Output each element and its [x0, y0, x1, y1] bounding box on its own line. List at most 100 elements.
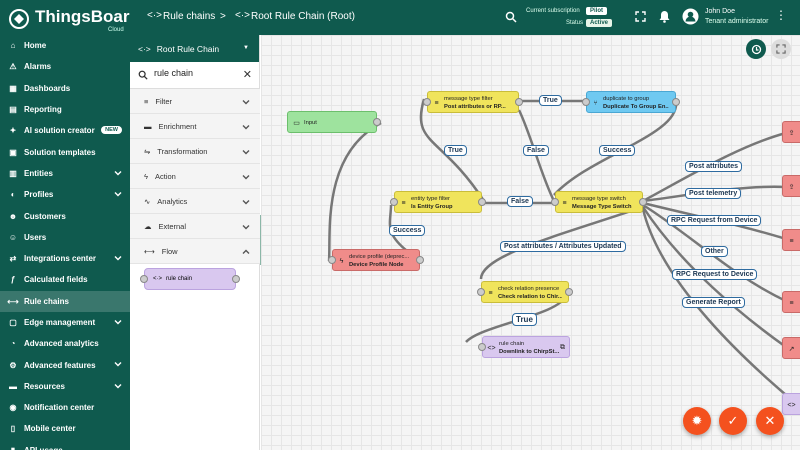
node-input-port[interactable] [140, 275, 148, 283]
node-output-port[interactable] [373, 118, 381, 126]
node-input-port[interactable] [390, 198, 398, 206]
node-output-port[interactable] [672, 98, 680, 106]
open-rule-chain-icon[interactable]: ⧉ [560, 344, 565, 352]
edge-label-true[interactable]: True [444, 145, 467, 156]
node-message-type-filter[interactable]: ≡ message type filter Post attributes or… [423, 91, 523, 113]
nav-item-rule-chains[interactable]: ⟷ Rule chains [0, 290, 130, 312]
nav-item-alarms[interactable]: ⚠ Alarms [0, 56, 130, 77]
library-section-label: Action [154, 171, 176, 181]
nav-item-edge-management[interactable]: ▢ Edge management [0, 312, 130, 333]
edge-label-rpc-request-from-device[interactable]: RPC Request from Device [667, 215, 762, 226]
version-history-button[interactable] [746, 39, 766, 59]
node-output-port[interactable] [565, 288, 573, 296]
nav-item-advanced-analytics[interactable]: ◔ Advanced analytics [0, 333, 130, 354]
clear-search-icon[interactable]: ✕ [243, 68, 252, 81]
node-message-type-switch[interactable]: ≡ message type switch Message Type Switc… [551, 191, 647, 213]
account-icon[interactable] [682, 8, 699, 25]
edge-label-generate-report[interactable]: Generate Report [682, 297, 745, 308]
rule-chain-selector[interactable]: <·> Root Rule Chain ▼ [130, 35, 259, 62]
nav-item-mobile-center[interactable]: ▯ Mobile center [0, 418, 130, 439]
nav-item-reporting[interactable]: ▤ Reporting [0, 99, 130, 120]
edge-label-post-attributes-updated[interactable]: Post attributes / Attributes Updated [500, 241, 626, 252]
library-section-filter[interactable]: ≡ Filter [130, 89, 260, 114]
connection-input-to-dp [327, 121, 382, 262]
chevron-down-icon [114, 382, 122, 390]
edge-label-success[interactable]: Success [389, 225, 426, 236]
breadcrumb-rule-chains[interactable]: Rule chains [163, 11, 215, 22]
node-input-port[interactable] [328, 256, 336, 264]
library-section-flow[interactable]: ⟷ Flow [130, 239, 260, 264]
node-device-profile[interactable]: ϟ device profile (deprec... Device Profi… [328, 249, 424, 271]
debug-button[interactable]: ✹ [683, 407, 711, 435]
nav-item-ai-solution-creator[interactable]: ✦ AI solution creator NEW [0, 120, 130, 141]
logo[interactable]: ThingsBoard Cloud [8, 6, 140, 33]
node-rule-chain[interactable]: <> rule chain Downlink to ChirpSt... ⧉ [478, 336, 570, 358]
node-output-port[interactable] [478, 198, 486, 206]
library-section-label: External [158, 221, 187, 231]
node-check-relation-presence[interactable]: ≡ check relation presence Check relation… [477, 281, 573, 303]
edge-label-other[interactable]: Other [701, 246, 728, 257]
edge-label-true[interactable]: True [512, 313, 537, 326]
edge-label-false[interactable]: False [507, 196, 533, 207]
nav-item-profiles[interactable]: ◐ Profiles [0, 184, 130, 205]
library-section-external[interactable]: ☁ External [130, 214, 260, 239]
nav-item-integrations-center[interactable]: ⇄ Integrations center [0, 248, 130, 269]
node-log-other[interactable]: ≡ [782, 291, 800, 313]
node-input[interactable]: ▭ Input [287, 111, 381, 133]
node-name: Device Profile Node [349, 262, 404, 268]
library-section-transformation[interactable]: ⇋ Transformation [130, 139, 260, 164]
nav-item-advanced-features[interactable]: ⚙ Advanced features [0, 354, 130, 375]
fullscreen-canvas-button[interactable] [771, 39, 791, 59]
node-input-port[interactable] [478, 343, 486, 351]
node-output-port[interactable] [232, 275, 240, 283]
node-save-timeseries[interactable]: ⇪ [782, 175, 800, 197]
node-input-port[interactable] [477, 288, 485, 296]
library-section-analytics[interactable]: ∿ Analytics [130, 189, 260, 214]
node-output-port[interactable] [515, 98, 523, 106]
nav-item-notification-center[interactable]: ◉ Notification center [0, 397, 130, 418]
nav-item-label: Calculated fields [24, 275, 88, 285]
node-log-rpc-from-device[interactable]: ≡ [782, 229, 800, 251]
apply-changes-button[interactable]: ✓ [719, 407, 747, 435]
dropdown-arrow-icon: ▼ [243, 45, 249, 51]
node-output-port[interactable] [416, 256, 424, 264]
node-save-attributes[interactable]: ⇪ [782, 121, 800, 143]
nav-item-users[interactable]: ☺ Users [0, 227, 130, 248]
notifications-icon[interactable] [659, 10, 670, 23]
nav-item-resources[interactable]: ▬ Resources [0, 376, 130, 397]
search-icon[interactable] [505, 11, 517, 23]
node-output-port[interactable] [639, 198, 647, 206]
node-generate-report[interactable]: <> [782, 393, 800, 415]
chevron-down-icon [114, 169, 122, 177]
more-menu-icon[interactable]: ⋮ [775, 9, 787, 21]
edge-label-success[interactable]: Success [599, 145, 636, 156]
node-input-port[interactable] [423, 98, 431, 106]
node-search-input[interactable] [154, 68, 234, 78]
nav-item-solution-templates[interactable]: ▣ Solution templates [0, 141, 130, 162]
edge-label-false[interactable]: False [523, 145, 549, 156]
nav-item-home[interactable]: ⌂ Home [0, 35, 130, 56]
node-input-port[interactable] [582, 98, 590, 106]
edge-label-rpc-request-to-device[interactable]: RPC Request to Device [672, 269, 758, 280]
node-rpc-call-request[interactable]: ↗ [782, 337, 800, 359]
nav-item-calculated-fields[interactable]: ƒ Calculated fields [0, 269, 130, 290]
library-section-enrichment[interactable]: ▬ Enrichment [130, 114, 260, 139]
nav-item-entities[interactable]: ▥ Entities [0, 163, 130, 184]
edge-label-post-attributes[interactable]: Post attributes [685, 161, 743, 172]
nav-item-customers[interactable]: ☻ Customers [0, 205, 130, 226]
node-name: Input [304, 120, 317, 126]
edge-label-true[interactable]: True [539, 95, 562, 106]
fullscreen-icon[interactable] [635, 11, 646, 22]
library-rule-chain-node[interactable]: <·> rule chain [140, 268, 240, 290]
nav-item-dashboards[interactable]: ▦ Dashboards [0, 78, 130, 99]
node-duplicate-to-group[interactable]: ⑂ duplicate to group Duplicate To Group … [582, 91, 680, 113]
library-section-action[interactable]: ϟ Action [130, 164, 260, 189]
nav-item-api-usage[interactable]: ▮ API usage [0, 440, 130, 450]
rule-chain-canvas[interactable]: ▭ Input ≡ message type filter Post attri… [261, 35, 800, 450]
node-input-port[interactable] [551, 198, 559, 206]
edge-label-post-telemetry[interactable]: Post telemetry [685, 188, 742, 199]
cancel-changes-button[interactable]: ✕ [756, 407, 784, 435]
node-entity-type-filter[interactable]: ≡ entity type filter Is Entity Group [390, 191, 486, 213]
chevron-down-icon [242, 198, 250, 208]
nav-item-label: Advanced analytics [24, 339, 99, 349]
